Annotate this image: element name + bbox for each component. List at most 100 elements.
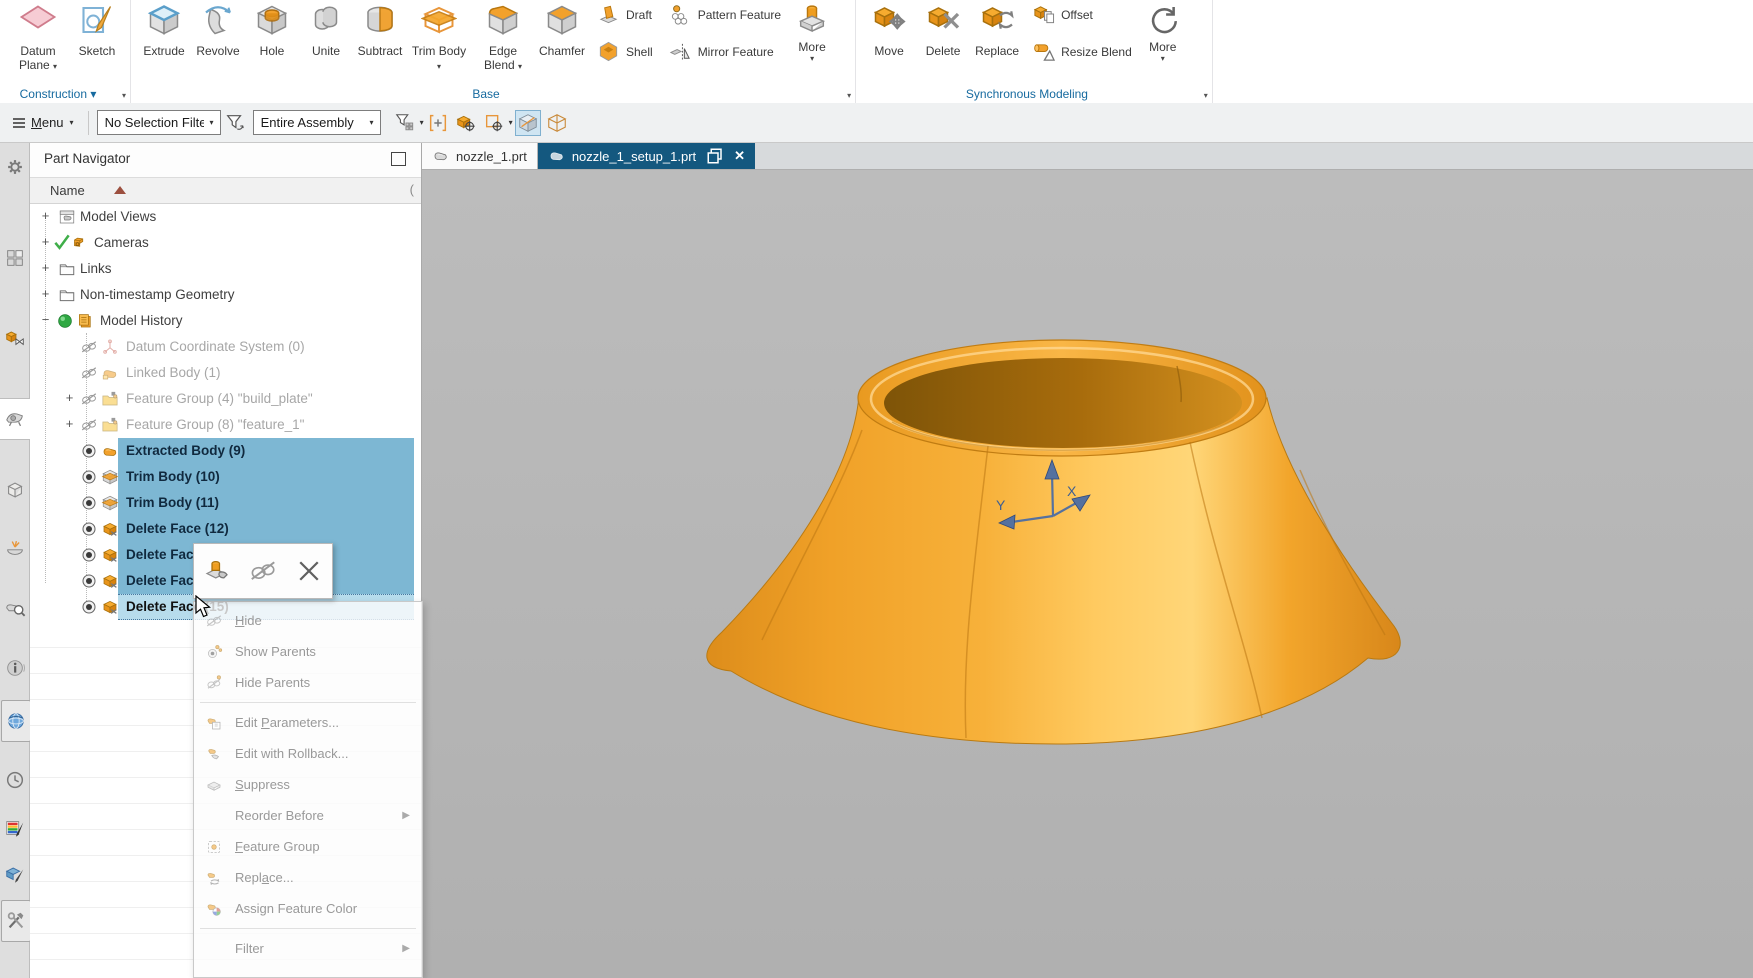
assembly-navigator-icon[interactable] bbox=[0, 238, 30, 278]
resize-blend-button[interactable]: Resize Blend bbox=[1032, 40, 1132, 63]
tree-row-trim-body-10[interactable]: Trim Body (10) bbox=[30, 464, 422, 490]
maximize-panel-icon[interactable] bbox=[391, 152, 406, 166]
menu-item-edit-with-rollback[interactable]: Edit with Rollback... bbox=[194, 738, 422, 769]
menu-item-assign-feature-color[interactable]: Assign Feature Color bbox=[194, 893, 422, 924]
datum-target-icon[interactable] bbox=[482, 111, 506, 135]
tree-row-trim-body-11[interactable]: Trim Body (11) bbox=[30, 490, 422, 516]
history-icon[interactable] bbox=[0, 760, 30, 800]
delete-button[interactable]: Delete bbox=[916, 0, 970, 60]
filter-reset-icon[interactable] bbox=[223, 111, 247, 135]
chevron-down-icon[interactable]: ▾ bbox=[204, 118, 220, 127]
expander-icon[interactable]: + bbox=[40, 209, 51, 223]
close-tab-icon[interactable]: ✕ bbox=[734, 148, 745, 164]
group-dialog-launcher-icon[interactable]: ▾ bbox=[1204, 91, 1208, 100]
visible-eye-icon[interactable] bbox=[80, 520, 98, 538]
expander-icon[interactable]: + bbox=[40, 287, 51, 301]
expander-icon[interactable]: + bbox=[64, 391, 75, 405]
offset-button[interactable]: Offset bbox=[1032, 3, 1132, 26]
menu-item-feature-group[interactable]: Feature Group bbox=[194, 831, 422, 862]
revolve-button[interactable]: Revolve bbox=[191, 0, 245, 60]
tree-row-links[interactable]: +Links bbox=[30, 256, 422, 282]
mirror-feature-button[interactable]: Mirror Feature bbox=[669, 40, 781, 63]
hole-button[interactable]: Hole bbox=[245, 0, 299, 60]
nozzle-3d-model[interactable] bbox=[707, 340, 1400, 744]
edit-parameters-button[interactable] bbox=[199, 553, 235, 589]
tools-icon[interactable] bbox=[1, 900, 31, 942]
viewport-canvas[interactable]: Y X bbox=[422, 170, 1753, 978]
sort-ascending-icon[interactable] bbox=[114, 186, 126, 194]
sketch-button[interactable]: Sketch bbox=[70, 0, 124, 60]
group-dialog-launcher-icon[interactable]: ▾ bbox=[847, 91, 851, 100]
manufacturing-icon[interactable] bbox=[0, 528, 30, 568]
subtract-button[interactable]: Subtract bbox=[353, 0, 407, 60]
column-scroll-icon[interactable]: ( bbox=[410, 182, 414, 197]
visible-eye-icon[interactable] bbox=[80, 546, 98, 564]
draft-button[interactable]: Draft bbox=[597, 3, 653, 26]
expander-icon[interactable]: + bbox=[40, 261, 51, 275]
tab-nozzle-1-setup-1[interactable]: nozzle_1_setup_1.prt ✕ bbox=[538, 143, 755, 169]
tree-row-feature-group-4-build-plate[interactable]: +Feature Group (4) "build_plate" bbox=[30, 386, 422, 412]
constraint-navigator-icon[interactable] bbox=[0, 318, 30, 358]
tab-nozzle-1[interactable]: nozzle_1.prt bbox=[422, 143, 538, 169]
expander-icon[interactable]: − bbox=[40, 313, 51, 327]
reuse-library-icon[interactable] bbox=[0, 470, 30, 510]
menu-item-show-parents[interactable]: Show Parents bbox=[194, 636, 422, 667]
edge-blend-button[interactable]: Edge Blend ▾ bbox=[471, 0, 535, 75]
snap-point-icon[interactable] bbox=[426, 111, 450, 135]
group-dialog-launcher-icon[interactable]: ▾ bbox=[122, 91, 126, 100]
hidden-eye-icon[interactable] bbox=[80, 416, 98, 434]
chevron-down-icon[interactable]: ▾ bbox=[420, 118, 424, 127]
hidden-eye-icon[interactable] bbox=[80, 338, 98, 356]
wireframe-view-icon[interactable] bbox=[545, 111, 569, 135]
visible-eye-icon[interactable] bbox=[80, 494, 98, 512]
replace-button[interactable]: Replace bbox=[970, 0, 1024, 60]
delete-button[interactable] bbox=[291, 553, 327, 589]
move-button[interactable]: Move bbox=[862, 0, 916, 60]
menu-item-hide-parents[interactable]: Hide Parents bbox=[194, 667, 422, 698]
hide-button[interactable] bbox=[245, 553, 281, 589]
shell-button[interactable]: Shell bbox=[597, 40, 653, 63]
restore-window-icon[interactable] bbox=[706, 147, 724, 165]
shaded-view-icon[interactable] bbox=[515, 110, 541, 136]
chamfer-button[interactable]: Chamfer bbox=[535, 0, 589, 60]
chevron-down-icon[interactable]: ▾ bbox=[364, 118, 380, 127]
materials-icon[interactable] bbox=[0, 808, 30, 848]
part-navigator-icon[interactable] bbox=[0, 398, 30, 440]
menu-item-replace[interactable]: Replace... bbox=[194, 862, 422, 893]
menu-item-hide[interactable]: Hide bbox=[194, 605, 422, 636]
visible-eye-icon[interactable] bbox=[80, 468, 98, 486]
menu-item-reorder-before[interactable]: Reorder Before▶ bbox=[194, 800, 422, 831]
visualization-icon[interactable] bbox=[0, 854, 30, 894]
more-button[interactable]: More▾ bbox=[1140, 0, 1186, 63]
tree-row-datum-coordinate-system-0[interactable]: Datum Coordinate System (0) bbox=[30, 334, 422, 360]
search-icon[interactable] bbox=[0, 588, 30, 628]
unite-button[interactable]: Unite bbox=[299, 0, 353, 60]
info-icon[interactable] bbox=[0, 648, 30, 688]
selection-filter-combobox[interactable]: No Selection Filter ▾ bbox=[97, 110, 221, 135]
visible-eye-icon[interactable] bbox=[80, 598, 98, 616]
web-browser-icon[interactable] bbox=[1, 700, 31, 742]
menu-button[interactable]: Menu ▾ bbox=[6, 112, 80, 133]
tree-row-model-history[interactable]: −Model History bbox=[30, 308, 422, 334]
chevron-down-icon[interactable]: ▾ bbox=[509, 118, 513, 127]
trim-body-button[interactable]: Trim Body ▾ bbox=[407, 0, 471, 75]
expander-icon[interactable]: + bbox=[64, 417, 75, 431]
visible-eye-icon[interactable] bbox=[80, 572, 98, 590]
tree-column-header[interactable]: Name ( bbox=[30, 177, 422, 204]
tree-row-feature-group-8-feature-1[interactable]: +Feature Group (8) "feature_1" bbox=[30, 412, 422, 438]
tree-row-cameras[interactable]: +Cameras bbox=[30, 230, 422, 256]
menu-item-suppress[interactable]: Suppress bbox=[194, 769, 422, 800]
graphics-window[interactable]: Y X bbox=[422, 170, 1753, 978]
scope-combobox[interactable]: Entire Assembly ▾ bbox=[253, 110, 381, 135]
tree-row-model-views[interactable]: +Model Views bbox=[30, 204, 422, 230]
extrude-button[interactable]: Extrude bbox=[137, 0, 191, 60]
tree-row-extracted-body-9[interactable]: Extracted Body (9) bbox=[30, 438, 422, 464]
wcs-orient-icon[interactable] bbox=[454, 111, 478, 135]
menu-item-edit-parameters[interactable]: Edit Parameters... bbox=[194, 707, 422, 738]
tree-row-linked-body-1[interactable]: Linked Body (1) bbox=[30, 360, 422, 386]
menu-item-filter[interactable]: Filter▶ bbox=[194, 933, 422, 964]
more-button[interactable]: More▾ bbox=[789, 0, 835, 63]
tree-row-delete-face-12[interactable]: Delete Face (12) bbox=[30, 516, 422, 542]
hidden-eye-icon[interactable] bbox=[80, 390, 98, 408]
datum-plane-button[interactable]: Datum Plane ▾ bbox=[6, 0, 70, 75]
